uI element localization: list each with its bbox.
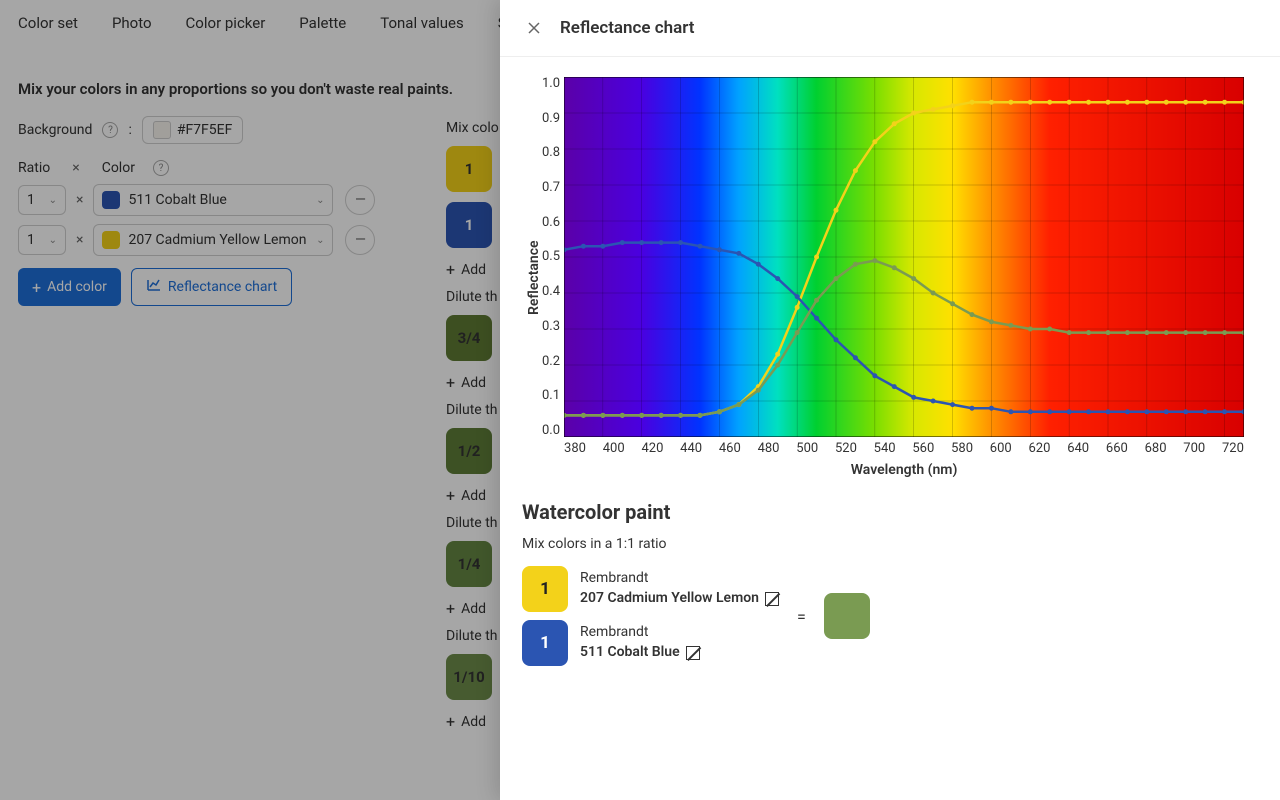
paint-swatch: 1 [522, 566, 568, 612]
panel-title: Reflectance chart [560, 18, 695, 38]
reflectance-chart: Reflectance 1.0 0.9 0.8 0.7 0.6 0.5 0.4 0.3 0.2 0… [522, 77, 1258, 478]
x-tick: 640 [1067, 441, 1089, 456]
x-tick: 460 [719, 441, 741, 456]
y-tick: 0.1 [542, 389, 560, 402]
x-tick: 440 [680, 441, 702, 456]
paint-swatch: 1 [522, 620, 568, 666]
x-tick: 540 [874, 441, 896, 456]
x-tick: 400 [603, 441, 625, 456]
x-tick: 380 [564, 441, 586, 456]
close-icon[interactable] [522, 16, 546, 40]
y-tick: 0.0 [542, 424, 560, 437]
paint-name: 511 Cobalt Blue [580, 643, 680, 663]
x-tick: 520 [835, 441, 857, 456]
y-tick: 1.0 [542, 77, 560, 90]
y-tick: 0.7 [542, 181, 560, 194]
x-tick: 480 [758, 441, 780, 456]
x-tick: 580 [951, 441, 973, 456]
reflectance-panel: Reflectance chart Reflectance 1.0 0.9 0.8 0… [500, 0, 1280, 800]
x-tick: 500 [796, 441, 818, 456]
equals-icon: = [797, 607, 806, 626]
section-title: Watercolor paint [522, 500, 1258, 524]
x-axis-label: Wavelength (nm) [564, 462, 1244, 478]
x-tick: 700 [1183, 441, 1205, 456]
paint-name: 207 Cadmium Yellow Lemon [580, 589, 759, 609]
x-tick: 680 [1145, 441, 1167, 456]
y-tick: 0.9 [542, 112, 560, 125]
x-tick: 420 [641, 441, 663, 456]
paint-brand: Rembrandt [580, 623, 700, 643]
x-tick: 560 [912, 441, 934, 456]
x-tick: 660 [1106, 441, 1128, 456]
x-tick: 620 [1028, 441, 1050, 456]
x-tick: 720 [1222, 441, 1244, 456]
external-icon[interactable] [765, 592, 779, 606]
section-subtitle: Mix colors in a 1:1 ratio [522, 536, 1258, 552]
y-tick: 0.4 [542, 285, 560, 298]
x-tick: 600 [990, 441, 1012, 456]
external-icon[interactable] [686, 646, 700, 660]
y-axis-label: Reflectance [522, 77, 542, 478]
result-swatch [824, 593, 870, 639]
y-tick: 0.8 [542, 146, 560, 159]
paint-brand: Rembrandt [580, 569, 779, 589]
y-tick: 0.2 [542, 355, 560, 368]
y-tick: 0.3 [542, 320, 560, 333]
paint-row: 1 Rembrandt 511 Cobalt Blue [522, 620, 779, 666]
paint-row: 1 Rembrandt 207 Cadmium Yellow Lemon [522, 566, 779, 612]
y-tick: 0.6 [542, 216, 560, 229]
y-tick: 0.5 [542, 250, 560, 263]
